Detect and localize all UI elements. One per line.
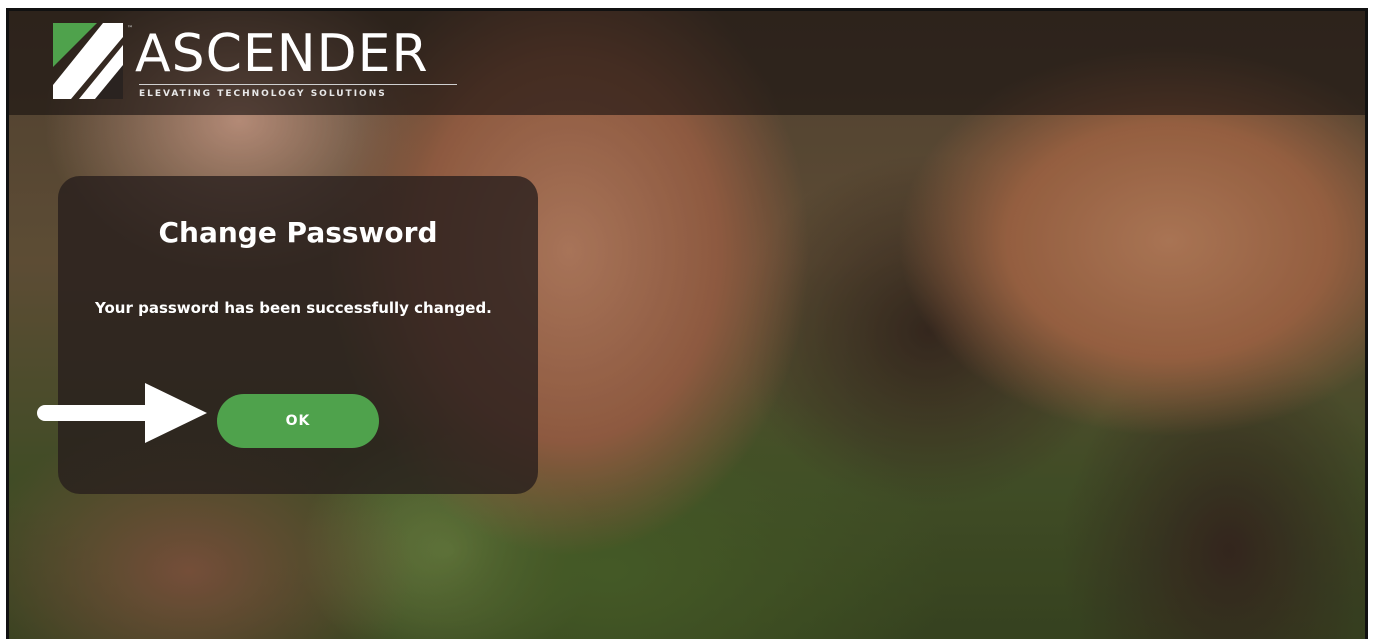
brand-name: ASCENDER (135, 24, 429, 84)
tagline-rule (139, 84, 457, 85)
success-message: Your password has been successfully chan… (95, 299, 492, 317)
change-password-dialog: Change Password Your password has been s… (58, 176, 538, 494)
trademark-mark: ™ (127, 25, 133, 32)
brand-tagline: ELEVATING TECHNOLOGY SOLUTIONS (139, 89, 387, 99)
arrow-right-icon (37, 383, 207, 443)
header: ™ ASCENDER ELEVATING TECHNOLOGY SOLUTION… (9, 11, 1365, 115)
caption-strip (0, 0, 1373, 8)
app-frame: ™ ASCENDER ELEVATING TECHNOLOGY SOLUTION… (6, 8, 1368, 639)
dialog-title: Change Password (158, 216, 438, 249)
ascender-logo-icon (53, 23, 123, 99)
ok-button[interactable]: OK (217, 394, 379, 448)
